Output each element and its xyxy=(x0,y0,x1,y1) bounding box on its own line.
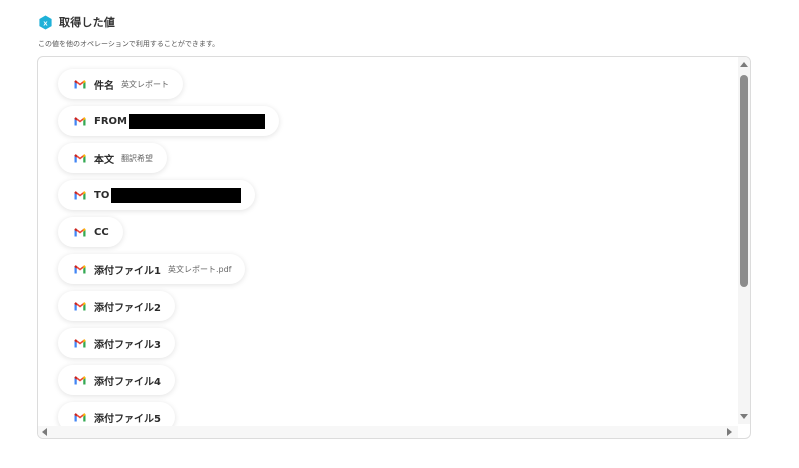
value-item[interactable]: 件名 英文レポート xyxy=(58,69,183,99)
value-item-label: 添付ファイル3 xyxy=(94,339,161,351)
value-item-value: 翻訳希望 xyxy=(121,153,153,163)
redacted-value xyxy=(128,113,265,129)
value-item[interactable]: 添付ファイル3 xyxy=(58,328,175,358)
section-description: この値を他のオペレーションで利用することができます。 xyxy=(38,40,220,48)
value-item-label: CC xyxy=(94,226,109,238)
scroll-right-arrow-icon[interactable] xyxy=(727,428,732,436)
value-item[interactable]: FROM xyxy=(58,106,279,136)
gmail-icon xyxy=(74,301,86,310)
gmail-icon xyxy=(74,79,86,88)
redacted-value xyxy=(111,187,242,203)
value-item-value: 英文レポート.pdf xyxy=(167,264,232,274)
value-item-label: 添付ファイル2 xyxy=(94,302,161,314)
value-item-label: 添付ファイル4 xyxy=(94,376,161,388)
value-item[interactable]: 添付ファイル2 xyxy=(58,291,175,321)
values-panel: 件名 英文レポート FROM 本文 翻訳希望 TO CC 添付ファイル1 英文レポート.pdf 添… xyxy=(37,56,751,439)
value-item[interactable]: 添付ファイル4 xyxy=(58,365,175,395)
value-item-label: TO xyxy=(94,189,110,201)
value-item-label: 本文 xyxy=(94,154,114,166)
gmail-icon xyxy=(74,375,86,384)
gmail-icon xyxy=(74,190,86,199)
gmail-icon xyxy=(74,116,86,125)
value-item[interactable]: 添付ファイル1 英文レポート.pdf xyxy=(58,254,246,284)
gmail-icon xyxy=(74,264,86,273)
value-item-value: 英文レポート xyxy=(121,79,169,89)
value-item-label: 添付ファイル1 xyxy=(94,265,161,277)
value-item-label: 添付ファイル5 xyxy=(94,413,161,425)
value-item[interactable]: 本文 翻訳希望 xyxy=(58,143,167,173)
value-item[interactable]: TO xyxy=(58,180,256,210)
value-item[interactable]: CC xyxy=(58,217,123,247)
gmail-icon xyxy=(74,338,86,347)
vertical-scrollbar[interactable] xyxy=(738,57,750,424)
value-item-label: 件名 xyxy=(94,80,114,92)
horizontal-scrollbar[interactable] xyxy=(38,426,738,438)
hexagon-x-icon: x xyxy=(39,14,52,30)
scroll-left-arrow-icon[interactable] xyxy=(42,428,47,436)
value-list: 件名 英文レポート FROM 本文 翻訳希望 TO CC 添付ファイル1 英文レポート.pdf 添… xyxy=(58,69,730,438)
gmail-icon xyxy=(74,153,86,162)
value-item-label: FROM xyxy=(94,115,127,127)
scroll-down-arrow-icon[interactable] xyxy=(740,414,748,419)
vertical-scroll-thumb[interactable] xyxy=(740,75,748,287)
scroll-up-arrow-icon[interactable] xyxy=(740,62,748,67)
section-title: 取得した値 xyxy=(59,16,115,29)
gmail-icon xyxy=(74,412,86,421)
gmail-icon xyxy=(74,227,86,236)
section-header: x 取得した値 xyxy=(38,14,115,30)
